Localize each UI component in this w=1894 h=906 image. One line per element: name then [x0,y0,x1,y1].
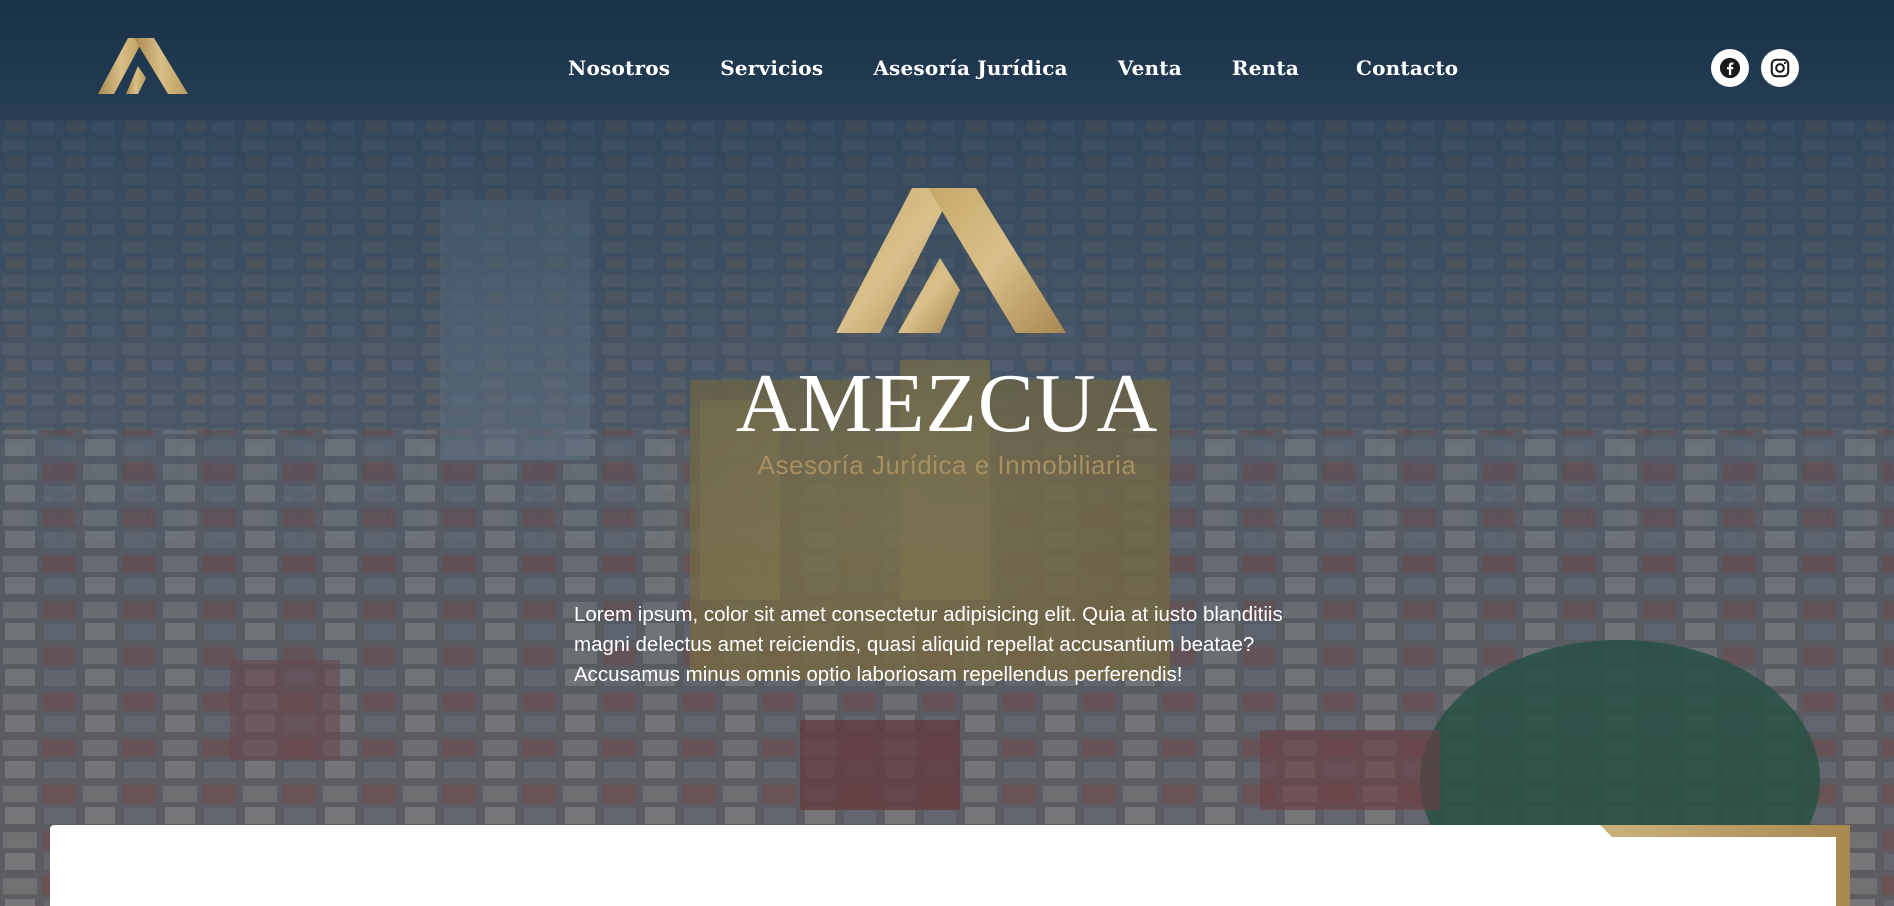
nav-item-nosotros[interactable]: Nosotros [568,56,670,80]
nav-item-venta[interactable]: Venta [1118,56,1182,80]
amezcua-logo-icon[interactable] [98,38,188,94]
hero-description: Lorem ipsum, color sit amet consectetur … [574,603,1283,686]
amezcua-hero-logo-icon [836,188,1066,333]
landing-page: Nosotros Servicios Asesoría Jurídica Ven… [0,0,1894,906]
main-nav: Nosotros Servicios Asesoría Jurídica Ven… [540,48,1483,88]
brand-tagline: Asesoría Jurídica e Inmobiliaria [757,450,1137,480]
content-card [50,825,1836,906]
card-gold-accent [1600,825,1850,906]
instagram-button[interactable] [1761,49,1799,87]
nav-item-contacto[interactable]: Contacto [1356,56,1458,80]
facebook-icon [1719,57,1741,79]
nav-item-renta[interactable]: Renta [1232,56,1299,80]
nav-item-asesoria-juridica[interactable]: Asesoría Jurídica [873,56,1067,80]
brand-title: AMEZCUA [735,357,1159,450]
facebook-button[interactable] [1711,49,1749,87]
nav-item-servicios[interactable]: Servicios [720,56,823,80]
instagram-icon [1770,58,1790,78]
